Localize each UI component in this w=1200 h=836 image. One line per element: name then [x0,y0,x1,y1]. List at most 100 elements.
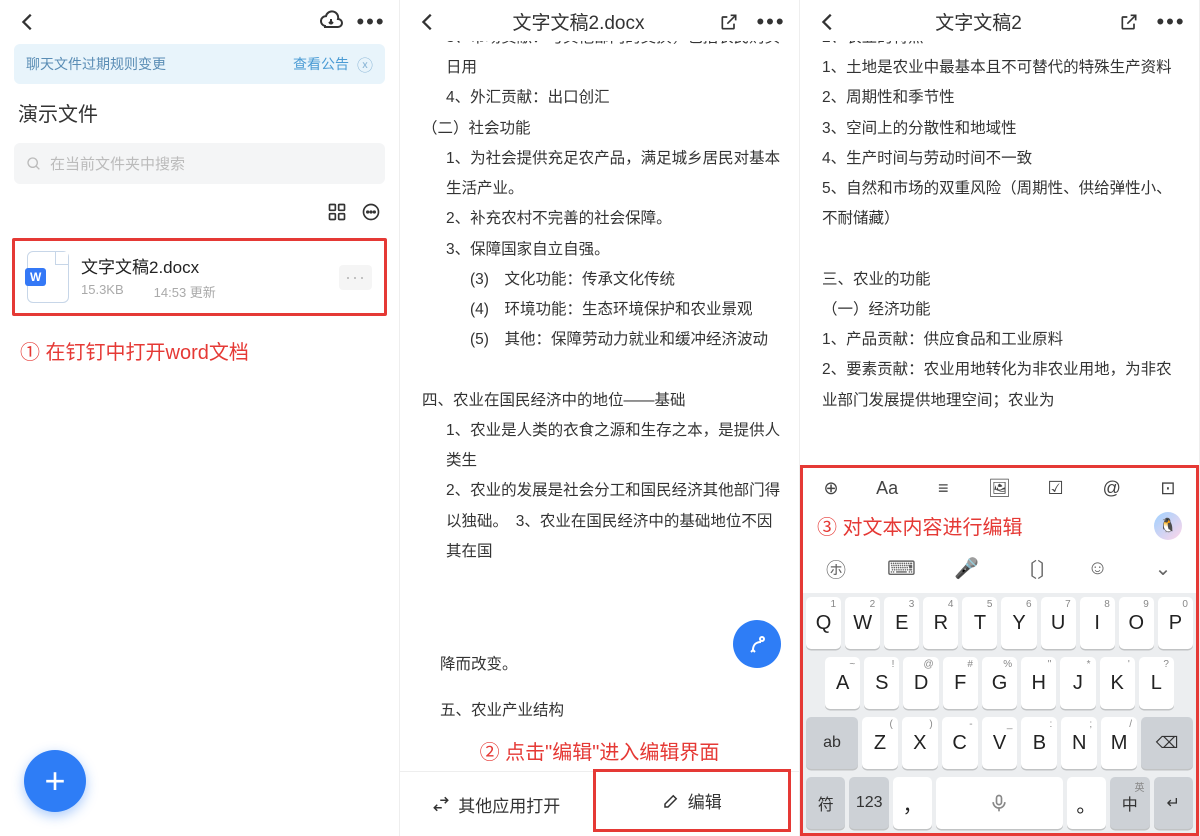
grid-view-icon[interactable] [327,202,347,222]
back-icon[interactable] [416,10,440,34]
key-。[interactable]: 。 [1067,777,1106,829]
ime-item-2[interactable]: 🎤 [952,556,982,581]
key-u[interactable]: U7 [1041,597,1076,649]
key-t[interactable]: T5 [962,597,997,649]
key-⌫[interactable]: ⌫ [1141,717,1193,769]
document-content[interactable]: 2、农业的特点1、土地是农业中最基本且不可替代的特殊生产资料2、周期性和季节性3… [800,41,1199,461]
doc-line: （一）经济功能 [822,295,1183,325]
doc-line [422,355,783,385]
keyboard: Q1W2E3R4T5Y6U7I8O9P0 A~S!D@F#G%H"J*K'L? … [803,593,1196,833]
key-y[interactable]: Y6 [1001,597,1036,649]
ime-item-3[interactable]: 〔〕 [1017,554,1047,583]
cloud-download-icon[interactable] [319,10,343,34]
key-中[interactable]: 中英 [1110,777,1149,829]
key-c[interactable]: C- [942,717,978,769]
doc-line: 4、外汇贡献：出口创汇 [422,83,783,113]
search-icon [26,156,42,172]
annotation-2: ② 点击"编辑"进入编辑界面 [400,726,799,771]
key-f[interactable]: F# [943,657,978,709]
key-l[interactable]: L? [1139,657,1174,709]
doc-line: (4) 环境功能：生态环境保护和农业景观 [422,295,783,325]
file-more-icon[interactable]: ··· [339,265,372,290]
key-space[interactable] [936,777,1062,829]
doc-line: （二）社会功能 [422,114,783,144]
key-v[interactable]: V_ [982,717,1018,769]
key-a[interactable]: A~ [825,657,860,709]
key-ab[interactable]: ab [806,717,858,769]
ime-item-4[interactable]: ☺ [1083,557,1113,580]
avatar[interactable]: 🐧 [1154,512,1182,540]
more-icon[interactable]: ••• [1159,10,1183,34]
open-external-icon[interactable] [1117,10,1141,34]
doc-line: 2、农业的发展是社会分工和国民经济其他部门得以独础。 3、农业在国民经济中的基础… [422,476,783,567]
key-w[interactable]: W2 [845,597,880,649]
toolbar-item-2[interactable]: ≡ [929,478,957,499]
key-d[interactable]: D@ [903,657,938,709]
key-n[interactable]: N; [1061,717,1097,769]
ime-item-1[interactable]: ⌨ [886,556,916,581]
key-123[interactable]: 123 [849,777,888,829]
panel-doc-view: 文字文稿2.docx ••• 3、市场贡献：与其他部门的交换，包括农民购买日用4… [400,0,800,836]
doc-line: 3、空间上的分散性和地域性 [822,114,1183,144]
notice-banner[interactable]: 聊天文件过期规则变更 查看公告 ⓧ [14,44,385,84]
toolbar-item-5[interactable]: @ [1098,478,1126,499]
close-icon[interactable]: ⓧ [357,52,373,76]
key-e[interactable]: E3 [884,597,919,649]
key-q[interactable]: Q1 [806,597,841,649]
key-h[interactable]: H" [1021,657,1056,709]
doc-line: 1、产品贡献：供应食品和工业原料 [822,325,1183,355]
back-icon[interactable] [16,10,40,34]
key-k[interactable]: K' [1100,657,1135,709]
key-o[interactable]: O9 [1119,597,1154,649]
panel-doc-edit: 文字文稿2 ••• 2、农业的特点1、土地是农业中最基本且不可替代的特殊生产资料… [800,0,1200,836]
search-placeholder: 在当前文件夹中搜索 [50,153,185,174]
doc-line: 2、补充农村不完善的社会保障。 [422,204,783,234]
add-button[interactable]: + [24,750,86,812]
key-↵[interactable]: ↵ [1154,777,1193,829]
ime-item-0[interactable]: ㋭ [821,554,851,583]
doc-line: 2、要素贡献：农业用地转化为非农业用地，为非农业部门发展提供地理空间；农业为 [822,355,1183,415]
key-g[interactable]: G% [982,657,1017,709]
toolbar-item-0[interactable]: ⊕ [817,478,845,499]
toolbar-item-1[interactable]: Aa [873,478,901,499]
key-s[interactable]: S! [864,657,899,709]
open-with-button[interactable]: 其他应用打开 [400,772,593,836]
toolbar-item-3[interactable]: 🖼 [985,478,1013,499]
word-file-icon: W [27,251,69,303]
voice-fab[interactable] [733,620,781,668]
key-z[interactable]: Z( [862,717,898,769]
more-icon[interactable]: ••• [759,10,783,34]
key-，[interactable]: ， [893,777,932,829]
ime-item-5[interactable]: ⌄ [1148,556,1178,581]
file-row[interactable]: W 文字文稿2.docx 15.3KB 14:53 更新 ··· [17,243,382,311]
back-icon[interactable] [816,10,840,34]
search-input[interactable]: 在当前文件夹中搜索 [14,143,385,184]
format-toolbar: ⊕ Aa ≡ 🖼 ☑ @ ⊡ [803,468,1196,509]
key-符[interactable]: 符 [806,777,845,829]
open-external-icon[interactable] [717,10,741,34]
edit-button[interactable]: 编辑 [593,769,792,832]
expand-icon [432,795,450,813]
key-m[interactable]: M/ [1101,717,1137,769]
doc-line: 2、周期性和季节性 [822,83,1183,113]
more-options-icon[interactable] [361,202,381,222]
file-size: 15.3KB [81,282,124,301]
doc-line [822,235,1183,265]
doc-line: 4、生产时间与劳动时间不一致 [822,144,1183,174]
doc-line: 3、保障国家自立自强。 [422,235,783,265]
key-p[interactable]: P0 [1158,597,1193,649]
doc-title: 文字文稿2.docx [513,8,645,35]
key-b[interactable]: B: [1021,717,1057,769]
banner-action[interactable]: 查看公告 [293,54,349,74]
doc-line: (3) 文化功能：传承文化传统 [422,265,783,295]
key-j[interactable]: J* [1060,657,1095,709]
file-name: 文字文稿2.docx [81,253,327,278]
key-i[interactable]: I8 [1080,597,1115,649]
annotation-3: ③ 对文本内容进行编辑 [817,511,1023,540]
more-icon[interactable]: ••• [359,10,383,34]
key-r[interactable]: R4 [923,597,958,649]
toolbar-item-4[interactable]: ☑ [1042,478,1070,499]
toolbar-item-6[interactable]: ⊡ [1154,478,1182,499]
key-x[interactable]: X) [902,717,938,769]
doc-line: 3、市场贡献：与其他部门的交换，包括农民购买日用 [422,41,783,83]
